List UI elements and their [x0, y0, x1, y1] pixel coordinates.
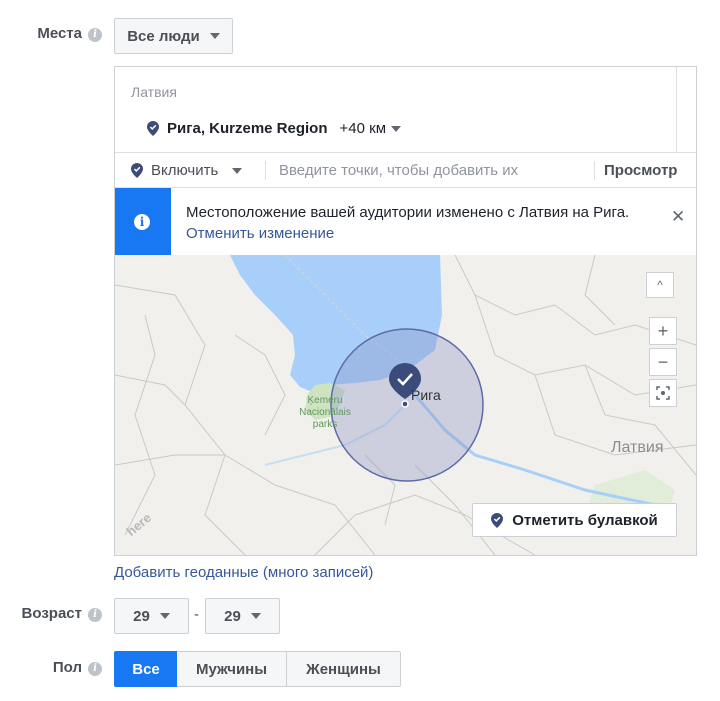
city-label: Рига — [411, 387, 441, 403]
location-search-input[interactable]: Введите точки, чтобы добавить их — [279, 162, 518, 179]
audience-dropdown[interactable]: Все люди — [114, 18, 233, 54]
gender-label-text: Пол — [52, 659, 82, 676]
chevron-up-icon: ^ — [657, 278, 663, 292]
close-icon[interactable]: ✕ — [671, 207, 685, 227]
chevron-down-icon — [250, 613, 261, 619]
chevron-down-icon — [391, 125, 402, 132]
chevron-down-icon — [232, 167, 243, 174]
location-pin-icon — [491, 512, 504, 528]
minus-icon: − — [657, 351, 669, 372]
info-icon: i — [134, 214, 150, 230]
focus-icon — [656, 386, 670, 400]
notice-text: Местоположение вашей аудитории изменено … — [186, 202, 646, 244]
include-dropdown-label: Включить — [151, 162, 219, 179]
info-icon[interactable]: i — [88, 28, 102, 42]
zoom-out-button[interactable]: − — [649, 348, 677, 376]
include-dropdown[interactable]: Включить — [131, 162, 243, 179]
radius-value: +40 км — [339, 120, 387, 137]
gender-option-all[interactable]: Все — [114, 651, 178, 687]
notice-message: Местоположение вашей аудитории изменено … — [186, 204, 630, 221]
plus-icon: + — [657, 320, 669, 341]
info-icon[interactable]: i — [88, 662, 102, 676]
collapse-map-button[interactable]: ^ — [646, 272, 674, 298]
age-label: Возраст i — [10, 605, 102, 622]
divider — [594, 161, 595, 180]
park-label: Ķemeru Nacionālais parks — [299, 395, 351, 430]
country-map-label: Латвия — [611, 439, 664, 456]
gender-option-female[interactable]: Женщины — [286, 651, 401, 687]
selected-location-row: Рига, Kurzeme Region +40 км — [147, 120, 402, 137]
drop-pin-label: Отметить булавкой — [512, 511, 658, 529]
age-min-dropdown[interactable]: 29 — [114, 598, 189, 634]
notice-bar: i Местоположение вашей аудитории изменен… — [115, 188, 696, 255]
age-label-text: Возраст — [21, 605, 82, 622]
places-label: Места i — [10, 25, 102, 42]
age-max-dropdown[interactable]: 29 — [205, 598, 280, 634]
divider — [265, 161, 266, 180]
radius-dropdown[interactable]: +40 км — [340, 120, 402, 137]
country-header: Латвия — [131, 84, 177, 100]
fit-bounds-button[interactable] — [649, 379, 677, 407]
places-label-text: Места — [37, 25, 82, 42]
location-panel: Латвия Рига, Kurzeme Region +40 км Включ… — [114, 66, 697, 556]
gender-label: Пол i — [10, 659, 102, 676]
gender-option-male[interactable]: Мужчины — [177, 651, 287, 687]
location-pin-icon — [131, 163, 143, 178]
bulk-locations-link[interactable]: Добавить геоданные (много записей) — [114, 564, 373, 581]
age-max-value: 29 — [224, 607, 241, 625]
scrollbar[interactable] — [676, 67, 696, 152]
map[interactable]: Рига Латвия Ķemeru Nacionālais parks her… — [115, 255, 696, 555]
chevron-down-icon — [209, 33, 220, 39]
undo-change-link[interactable]: Отменить изменение — [186, 225, 334, 242]
drop-pin-button[interactable]: Отметить булавкой — [472, 503, 677, 537]
selected-location-name[interactable]: Рига, Kurzeme Region — [167, 120, 328, 137]
info-icon[interactable]: i — [88, 608, 102, 622]
browse-button[interactable]: Просмотр — [604, 162, 677, 179]
notice-icon-block: i — [115, 188, 171, 255]
audience-dropdown-label: Все люди — [127, 27, 200, 45]
age-min-value: 29 — [133, 607, 150, 625]
age-separator: - — [194, 606, 199, 623]
location-pin-icon — [147, 121, 159, 136]
search-row: Включить Введите точки, чтобы добавить и… — [115, 152, 696, 188]
chevron-down-icon — [159, 613, 170, 619]
zoom-in-button[interactable]: + — [649, 317, 677, 345]
